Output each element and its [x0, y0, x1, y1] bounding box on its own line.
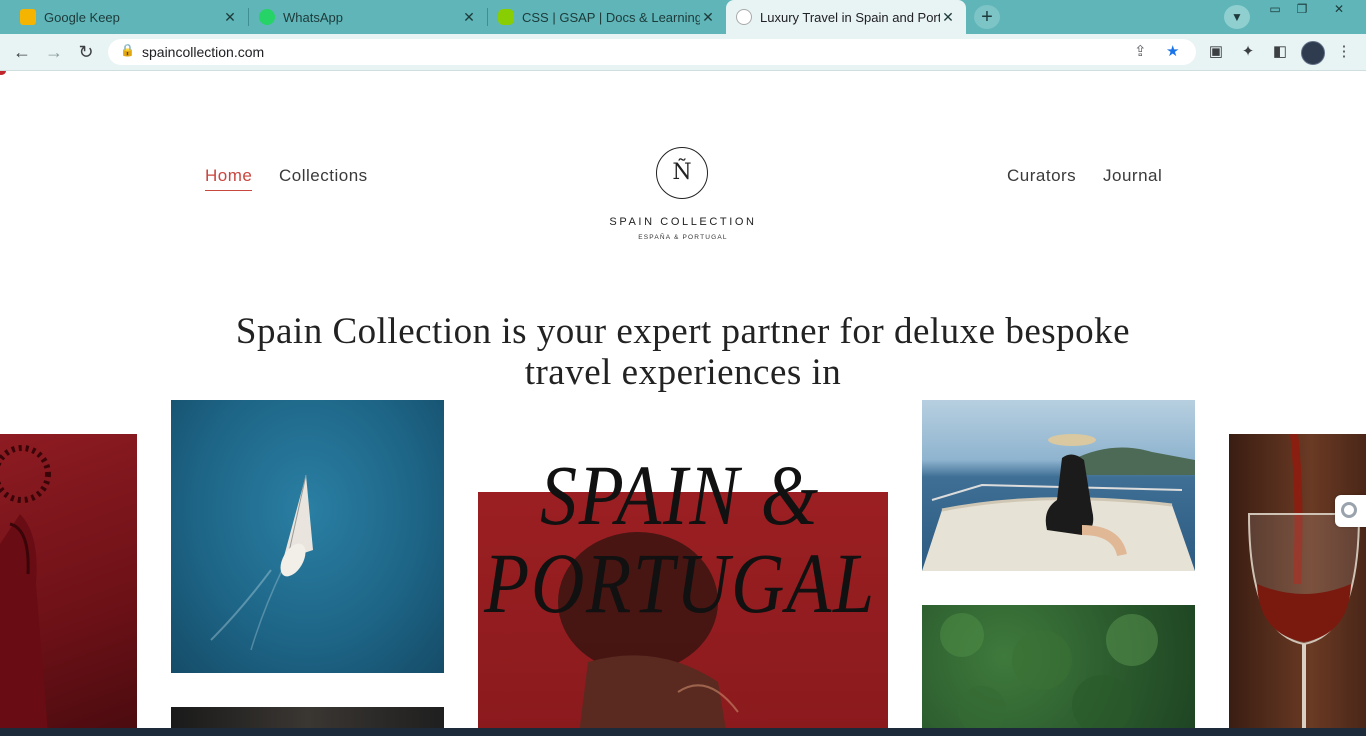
tab-label: CSS | GSAP | Docs & Learning [522, 9, 700, 25]
tab-label: WhatsApp [283, 9, 343, 25]
close-icon[interactable]: ✕ [940, 9, 956, 26]
sailboat-aerial-photo [171, 400, 444, 673]
tab-whatsapp[interactable]: WhatsApp ✕ [249, 0, 487, 34]
forest-texture [940, 613, 1158, 728]
close-window-button[interactable]: ✕ [1324, 0, 1354, 20]
tab-google-keep[interactable]: Google Keep ✕ [0, 0, 248, 34]
tab-label: Luxury Travel in Spain and Portug [760, 9, 940, 25]
close-icon[interactable]: ✕ [222, 9, 238, 26]
logo-name[interactable]: SPAIN COLLECTION [583, 216, 783, 228]
os-taskbar [0, 728, 1366, 736]
hero-title-line2: PORTUGAL [484, 535, 876, 631]
logo-mark[interactable]: Ñ [656, 147, 708, 199]
wine-glass [1247, 434, 1361, 728]
cursor-dot [0, 71, 6, 75]
extensions-icon[interactable]: ✦ [1238, 42, 1258, 62]
tab-search-button[interactable]: ▼ [1224, 5, 1250, 29]
lock-icon: 🔒 [120, 43, 135, 57]
boat-scene [922, 434, 1195, 571]
nav-journal[interactable]: Journal [1103, 166, 1162, 186]
dark-landscape-photo [171, 707, 444, 728]
google-keep-icon [20, 9, 36, 25]
back-icon[interactable]: ← [11, 41, 33, 63]
picture-in-picture-icon[interactable]: ▣ [1206, 42, 1226, 62]
sailboat-graphic [210, 474, 313, 651]
hero-headline: Spain Collection is your expert partner … [235, 311, 1131, 393]
flamenco-dancer-photo [0, 434, 137, 728]
profile-avatar[interactable] [1301, 41, 1325, 65]
dancer-silhouette [0, 445, 51, 728]
address-bar[interactable]: 🔒 spaincollection.com ⇪ ★ [108, 39, 1196, 65]
hero-title: SPAIN & PORTUGAL [456, 451, 903, 627]
logo-tagline: ESPAÑA & PORTUGAL [638, 234, 728, 241]
web-page: Home Collections Curators Journal Ñ SPAI… [0, 71, 1366, 728]
close-icon[interactable]: ✕ [461, 9, 477, 26]
tab-label: Google Keep [44, 9, 120, 25]
whatsapp-icon [259, 9, 275, 25]
accessibility-widget-button[interactable] [1335, 495, 1366, 527]
close-icon[interactable]: ✕ [700, 9, 716, 26]
wine-pour-photo [1229, 434, 1366, 728]
minimize-button[interactable]: ▭ [1260, 0, 1290, 20]
url-text: spaincollection.com [142, 44, 265, 60]
accessibility-icon [1341, 502, 1357, 518]
chevron-down-icon: ▼ [1231, 10, 1243, 24]
reload-icon[interactable]: ↻ [75, 41, 97, 63]
restore-button[interactable]: ❐ [1287, 0, 1317, 20]
side-panel-icon[interactable]: ◧ [1270, 42, 1290, 62]
nav-curators[interactable]: Curators [1007, 166, 1076, 186]
hero-title-line1: SPAIN & [540, 447, 820, 543]
tab-strip: Google Keep ✕ WhatsApp ✕ CSS | GSAP | Do… [0, 0, 1366, 34]
spain-collection-favicon-icon [736, 9, 752, 25]
nav-home[interactable]: Home [205, 166, 253, 191]
gsap-icon [498, 9, 514, 25]
new-tab-button[interactable]: + [974, 5, 1000, 29]
bookmark-star-icon[interactable]: ★ [1166, 42, 1179, 60]
tab-gsap-docs[interactable]: CSS | GSAP | Docs & Learning ✕ [488, 0, 726, 34]
forest-aerial-photo [922, 605, 1195, 728]
more-menu-icon[interactable]: ⋮ [1334, 42, 1354, 62]
forward-icon[interactable]: → [43, 41, 65, 63]
nav-collections[interactable]: Collections [279, 166, 368, 186]
share-icon[interactable]: ⇪ [1134, 42, 1147, 60]
boat-relaxing-photo [922, 400, 1195, 571]
browser-toolbar: ← → ↻ 🔒 spaincollection.com ⇪ ★ ▣ ✦ ◧ ⋮ [0, 34, 1366, 71]
tab-spain-collection[interactable]: Luxury Travel in Spain and Portug ✕ [726, 0, 966, 34]
